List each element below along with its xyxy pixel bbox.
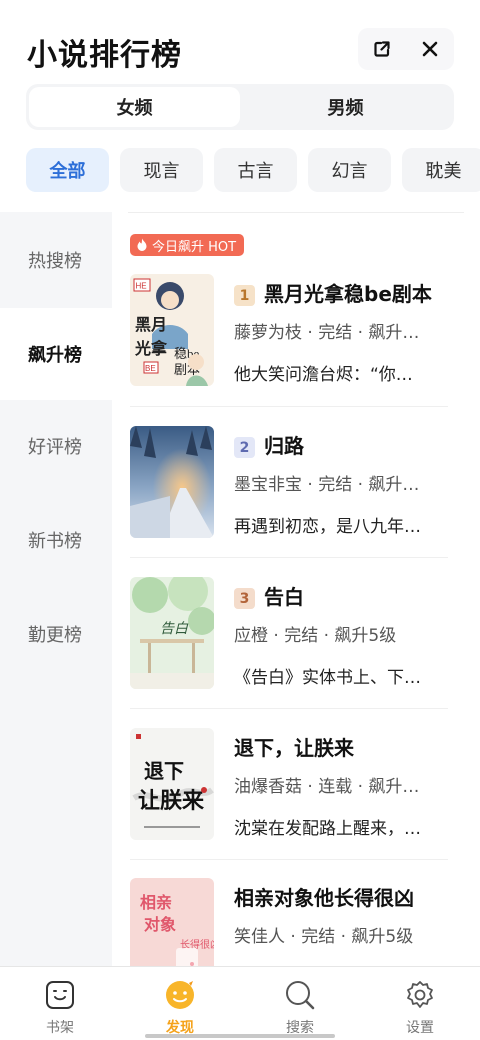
sidebar-item-top-rated[interactable]: 好评榜 bbox=[0, 400, 112, 492]
tab-discover[interactable]: 发现 bbox=[120, 967, 240, 1040]
svg-text:告白: 告白 bbox=[160, 621, 189, 637]
ranking-sidebar: 热搜榜 飙升榜 好评榜 新书榜 勤更榜 bbox=[0, 212, 112, 972]
close-icon bbox=[422, 41, 438, 57]
settings-icon bbox=[402, 977, 438, 1013]
book-item[interactable]: 2 归路 墨宝非宝 · 完结 · 飙升… 再遇到初恋，是八九年… bbox=[130, 426, 462, 540]
divider bbox=[130, 406, 448, 407]
book-meta: 油爆香菇 · 连载 · 飙升… bbox=[234, 777, 420, 797]
share-button[interactable] bbox=[362, 29, 402, 69]
svg-text:退下: 退下 bbox=[144, 760, 184, 783]
tab-bookshelf[interactable]: 书架 bbox=[0, 967, 120, 1040]
tab-label: 设置 bbox=[406, 1020, 434, 1036]
svg-text:HE: HE bbox=[136, 282, 147, 291]
svg-text:相亲: 相亲 bbox=[140, 893, 172, 912]
category-fantasy-romance[interactable]: 幻言 bbox=[308, 148, 391, 192]
book-desc: 《告白》实体书上、下… bbox=[234, 668, 421, 688]
discover-icon bbox=[162, 977, 198, 1013]
close-button[interactable] bbox=[410, 29, 450, 69]
divider bbox=[130, 557, 448, 558]
book-cover: 退下 让朕来 bbox=[130, 728, 214, 840]
divider bbox=[130, 708, 448, 709]
book-meta: 藤萝为枝 · 完结 · 飙升… bbox=[234, 323, 420, 343]
flame-icon bbox=[137, 238, 147, 251]
share-icon bbox=[374, 41, 390, 57]
book-title: 归路 bbox=[264, 434, 304, 458]
book-desc: 再遇到初恋，是八九年… bbox=[234, 517, 421, 537]
home-indicator bbox=[145, 1034, 335, 1038]
category-all[interactable]: 全部 bbox=[26, 148, 109, 192]
sidebar-item-new-books[interactable]: 新书榜 bbox=[0, 494, 112, 586]
category-chips: 全部 现言 古言 幻言 耽美 bbox=[26, 148, 480, 194]
book-meta: 笑佳人 · 完结 · 飙升5级 bbox=[234, 927, 414, 947]
book-title: 相亲对象他长得很凶 bbox=[234, 886, 414, 910]
header: 小说排行榜 bbox=[0, 0, 480, 90]
bottom-tab-bar: 书架 发现 搜索 设置 bbox=[0, 966, 480, 1040]
category-danmei[interactable]: 耽美 bbox=[402, 148, 480, 192]
sidebar-item-hot-search[interactable]: 热搜榜 bbox=[0, 214, 112, 306]
book-item[interactable]: 告白 3 告白 应橙 · 完结 · 飙升5级 《告白》实体书上、下… bbox=[130, 577, 462, 691]
book-meta: 应橙 · 完结 · 飙升5级 bbox=[234, 626, 397, 646]
tab-female[interactable]: 女频 bbox=[29, 87, 240, 127]
book-cover: 相亲 对象 长得很凶 bbox=[130, 878, 214, 972]
book-cover: 黑月 光拿 稳be 剧本 HE BE bbox=[130, 274, 214, 386]
tab-search[interactable]: 搜索 bbox=[240, 967, 360, 1040]
book-item[interactable]: 相亲 对象 长得很凶 相亲对象他长得很凶 笑佳人 · 完结 · 飙升5级 bbox=[130, 878, 462, 972]
divider bbox=[128, 212, 464, 213]
category-ancient-romance[interactable]: 古言 bbox=[214, 148, 297, 192]
book-desc: 他大笑问澹台烬：“你… bbox=[234, 365, 413, 385]
tab-label: 书架 bbox=[46, 1020, 74, 1036]
tab-male[interactable]: 男频 bbox=[240, 87, 451, 127]
header-actions bbox=[358, 28, 454, 70]
sidebar-item-frequent-update[interactable]: 勤更榜 bbox=[0, 588, 112, 680]
rank-badge: 2 bbox=[234, 437, 255, 458]
page-title: 小说排行榜 bbox=[27, 38, 182, 73]
hot-badge-label: 今日飙升 HOT bbox=[152, 239, 237, 255]
category-modern-romance[interactable]: 现言 bbox=[120, 148, 203, 192]
search-icon bbox=[282, 977, 318, 1013]
svg-text:让朕来: 让朕来 bbox=[138, 788, 205, 813]
book-cover: 告白 bbox=[130, 577, 214, 689]
svg-text:对象: 对象 bbox=[144, 915, 176, 934]
book-item[interactable]: 黑月 光拿 稳be 剧本 HE BE 1 黑月光拿稳be剧本 藤萝为枝 · 完结… bbox=[130, 274, 462, 388]
hot-badge: 今日飙升 HOT bbox=[130, 234, 245, 256]
svg-text:黑月: 黑月 bbox=[135, 316, 167, 334]
sidebar-item-rising[interactable]: 飙升榜 bbox=[0, 308, 112, 400]
book-title: 告白 bbox=[264, 585, 304, 609]
book-desc: 沈棠在发配路上醒来，… bbox=[234, 819, 421, 839]
tab-settings[interactable]: 设置 bbox=[360, 967, 480, 1040]
gender-switch: 女频 男频 bbox=[26, 84, 454, 130]
svg-text:光拿: 光拿 bbox=[134, 339, 168, 358]
book-meta: 墨宝非宝 · 完结 · 飙升… bbox=[234, 475, 420, 495]
book-title: 退下，让朕来 bbox=[234, 736, 354, 760]
rank-badge: 3 bbox=[234, 588, 255, 609]
book-cover bbox=[130, 426, 214, 538]
ranking-list: 今日飙升 HOT 黑月 光拿 稳be 剧本 HE BE 1 黑月光拿稳be剧本 … bbox=[112, 212, 480, 972]
divider bbox=[130, 859, 448, 860]
bookshelf-icon bbox=[42, 977, 78, 1013]
book-item[interactable]: 退下 让朕来 退下，让朕来 油爆香菇 · 连载 · 飙升… 沈棠在发配路上醒来，… bbox=[130, 728, 462, 842]
svg-text:BE: BE bbox=[145, 364, 156, 373]
rank-badge: 1 bbox=[234, 285, 255, 306]
book-title: 黑月光拿稳be剧本 bbox=[264, 282, 432, 306]
